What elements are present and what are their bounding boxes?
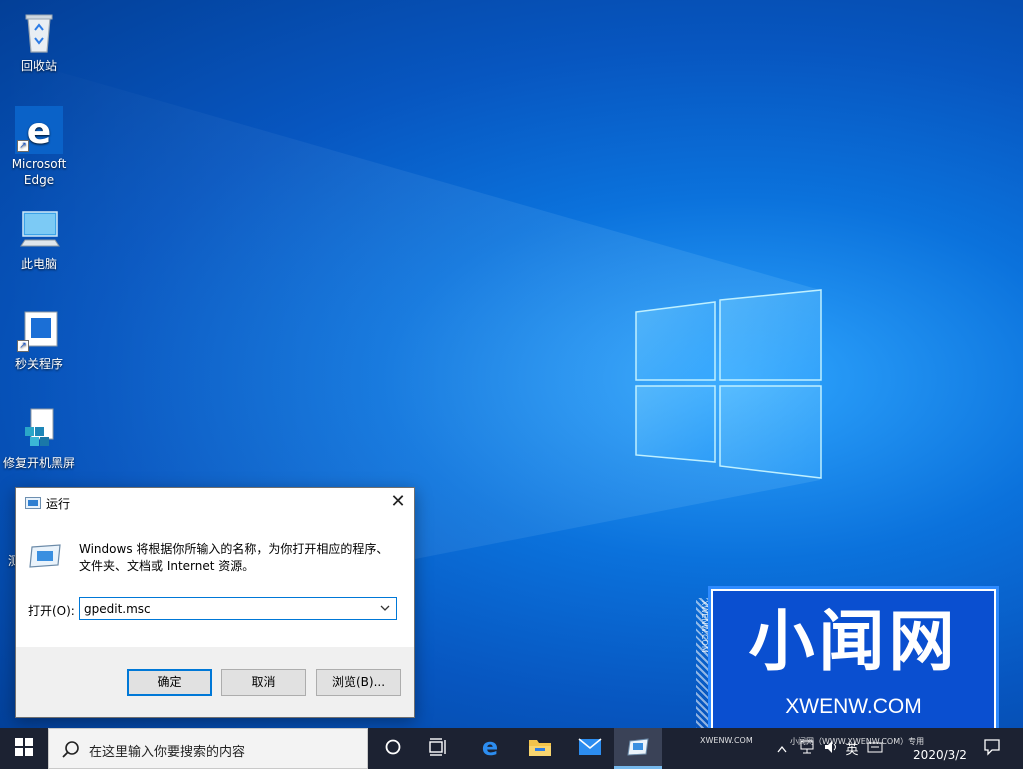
run-program-icon (28, 543, 62, 572)
repair-tool-icon (15, 405, 63, 453)
watermark-tray-line: 小闻网（WWW.XWENW.COM）专用 (790, 737, 925, 746)
run-app-icon (627, 737, 649, 760)
taskbar-file-explorer[interactable] (516, 728, 564, 769)
close-button[interactable]: ✕ (382, 488, 414, 517)
app-shortcut-icon: ↗ (15, 306, 63, 354)
search-icon (62, 740, 80, 762)
open-label: 打开(O): (28, 604, 75, 618)
svg-text:e: e (482, 735, 498, 759)
this-pc-icon (15, 206, 63, 254)
edge-icon: e ↗ (15, 106, 63, 154)
desktop-icon-app-shortcut[interactable]: ↗ 秒关程序 (0, 306, 78, 372)
run-dialog-titlebar[interactable]: 运行 ✕ (16, 488, 414, 518)
taskbar-search-box[interactable]: 在这里输入你要搜索的内容 (48, 728, 368, 769)
desktop-icon-this-pc[interactable]: 此电脑 (0, 206, 78, 272)
run-dialog-footer: 确定 取消 浏览(B)... (16, 647, 414, 717)
shortcut-arrow-icon: ↗ (17, 340, 29, 352)
run-app-icon (25, 496, 41, 513)
taskbar-edge[interactable]: e (466, 728, 514, 769)
run-dialog-title: 运行 (46, 497, 71, 511)
tray-network-button[interactable] (796, 728, 818, 769)
run-dialog-description: Windows 将根据你所输入的名称，为你打开相应的程序、文件夹、文档或 Int… (79, 542, 389, 573)
recycle-bin-icon (15, 8, 63, 56)
taskbar-mail[interactable] (566, 728, 614, 769)
desktop-icon-repair-tool[interactable]: 修复开机黑屏 (0, 405, 78, 471)
desktop-icon-label: 回收站 (20, 59, 57, 73)
cortana-icon (384, 738, 402, 760)
taskbar: 在这里输入你要搜索的内容 e 英 2020/3/2 (0, 728, 1023, 769)
shortcut-arrow-icon: ↗ (17, 140, 29, 152)
taskbar-run-dialog[interactable] (614, 728, 662, 769)
desktop-icon-label: 修复开机黑屏 (2, 456, 75, 470)
watermark-side-text: XWENW.COM (700, 600, 709, 653)
watermark-small-text: XWENW.COM (700, 736, 753, 745)
search-placeholder: 在这里输入你要搜索的内容 (89, 745, 246, 760)
desktop-icon-edge[interactable]: e ↗ Microsoft Edge (0, 106, 78, 188)
task-view-button[interactable] (416, 728, 462, 769)
desktop-icon-label: Microsoft Edge (11, 157, 67, 187)
browse-button[interactable]: 浏览(B)... (316, 669, 401, 696)
edge-icon: e (478, 733, 502, 763)
cortana-button[interactable] (370, 728, 416, 769)
ok-button[interactable]: 确定 (127, 669, 212, 696)
tray-overflow-button[interactable] (770, 728, 794, 769)
task-view-icon (429, 737, 449, 760)
mail-icon (578, 737, 602, 760)
tray-volume-button[interactable] (820, 728, 842, 769)
run-dialog: 运行 ✕ Windows 将根据你所输入的名称，为你打开相应的程序、文件夹、文档… (15, 487, 415, 718)
svg-text:e: e (27, 111, 51, 152)
desktop-icon-label: 此电脑 (20, 257, 57, 271)
action-center-button[interactable] (975, 728, 1009, 769)
tray-clock[interactable]: 2020/3/2 (905, 748, 975, 762)
cancel-button[interactable]: 取消 (221, 669, 306, 696)
watermark-url: XWENW.COM (785, 695, 922, 718)
watermark-logo: 小闻网 XWENW.COM (711, 589, 996, 728)
tray-input-language[interactable]: 英 (842, 728, 862, 769)
clock-date: 2020/3/2 (913, 748, 967, 762)
windows-start-icon (15, 737, 33, 760)
tray-ime-button[interactable] (864, 728, 886, 769)
start-button[interactable] (0, 728, 48, 769)
desktop-icon-recycle-bin[interactable]: 回收站 (0, 8, 78, 74)
close-icon: ✕ (390, 491, 406, 512)
chevron-up-icon (776, 739, 788, 758)
folder-icon (528, 737, 552, 761)
run-command-combobox[interactable] (79, 597, 397, 620)
chevron-down-icon[interactable] (378, 601, 392, 615)
watermark-title: 小闻网 (748, 603, 959, 680)
desktop-icon-label: 秒关程序 (14, 357, 63, 371)
run-command-input[interactable] (80, 598, 374, 619)
